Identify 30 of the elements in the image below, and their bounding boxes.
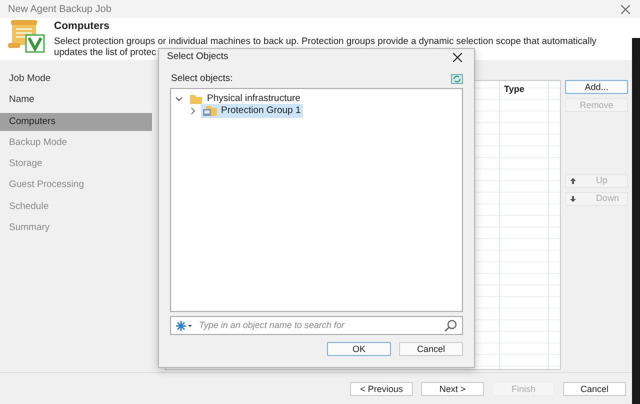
column-header[interactable]: Type <box>504 84 524 94</box>
field-label: Select objects: <box>171 72 233 86</box>
expand-chevron-icon[interactable] <box>189 107 197 116</box>
description-text: updates the list of protec <box>54 46 156 57</box>
refresh-icon[interactable] <box>451 74 463 84</box>
wizard-step[interactable]: Job Mode <box>0 70 152 88</box>
tree-item[interactable]: Physical infrastructure <box>187 92 302 106</box>
button[interactable]: Next > <box>421 382 484 396</box>
description-text: Select protection groups or individual machines to back up. Protection groups provide a dynamic selection scope that automatically <box>54 34 596 46</box>
button[interactable]: Cancel <box>563 382 626 396</box>
close-icon[interactable] <box>453 52 462 62</box>
search-input[interactable]: Type in an object name to search for <box>197 318 444 334</box>
button[interactable]: < Previous <box>350 382 413 396</box>
computer-group-icon <box>203 106 217 117</box>
folder-icon <box>189 94 203 105</box>
wizard-step[interactable]: Computers <box>0 112 152 131</box>
collapse-chevron-icon[interactable] <box>175 95 183 104</box>
button[interactable]: OK <box>327 342 391 356</box>
button[interactable]: Cancel <box>399 342 463 356</box>
up-arrow-icon <box>570 178 576 184</box>
window-title: New Agent Backup Job <box>8 2 112 16</box>
asterisk-dropdown-icon[interactable] <box>175 320 193 332</box>
down-arrow-icon <box>570 196 576 202</box>
search-icon[interactable] <box>444 319 458 332</box>
tree-item[interactable]: Protection Group 1 <box>201 104 303 118</box>
dialog-title: Select Objects <box>167 50 228 64</box>
button[interactable]: Add... <box>565 80 628 94</box>
wizard-step[interactable]: Name <box>0 91 152 110</box>
page-title: Computers <box>54 19 110 34</box>
search-field[interactable]: Type in an object name to search for <box>170 316 463 336</box>
